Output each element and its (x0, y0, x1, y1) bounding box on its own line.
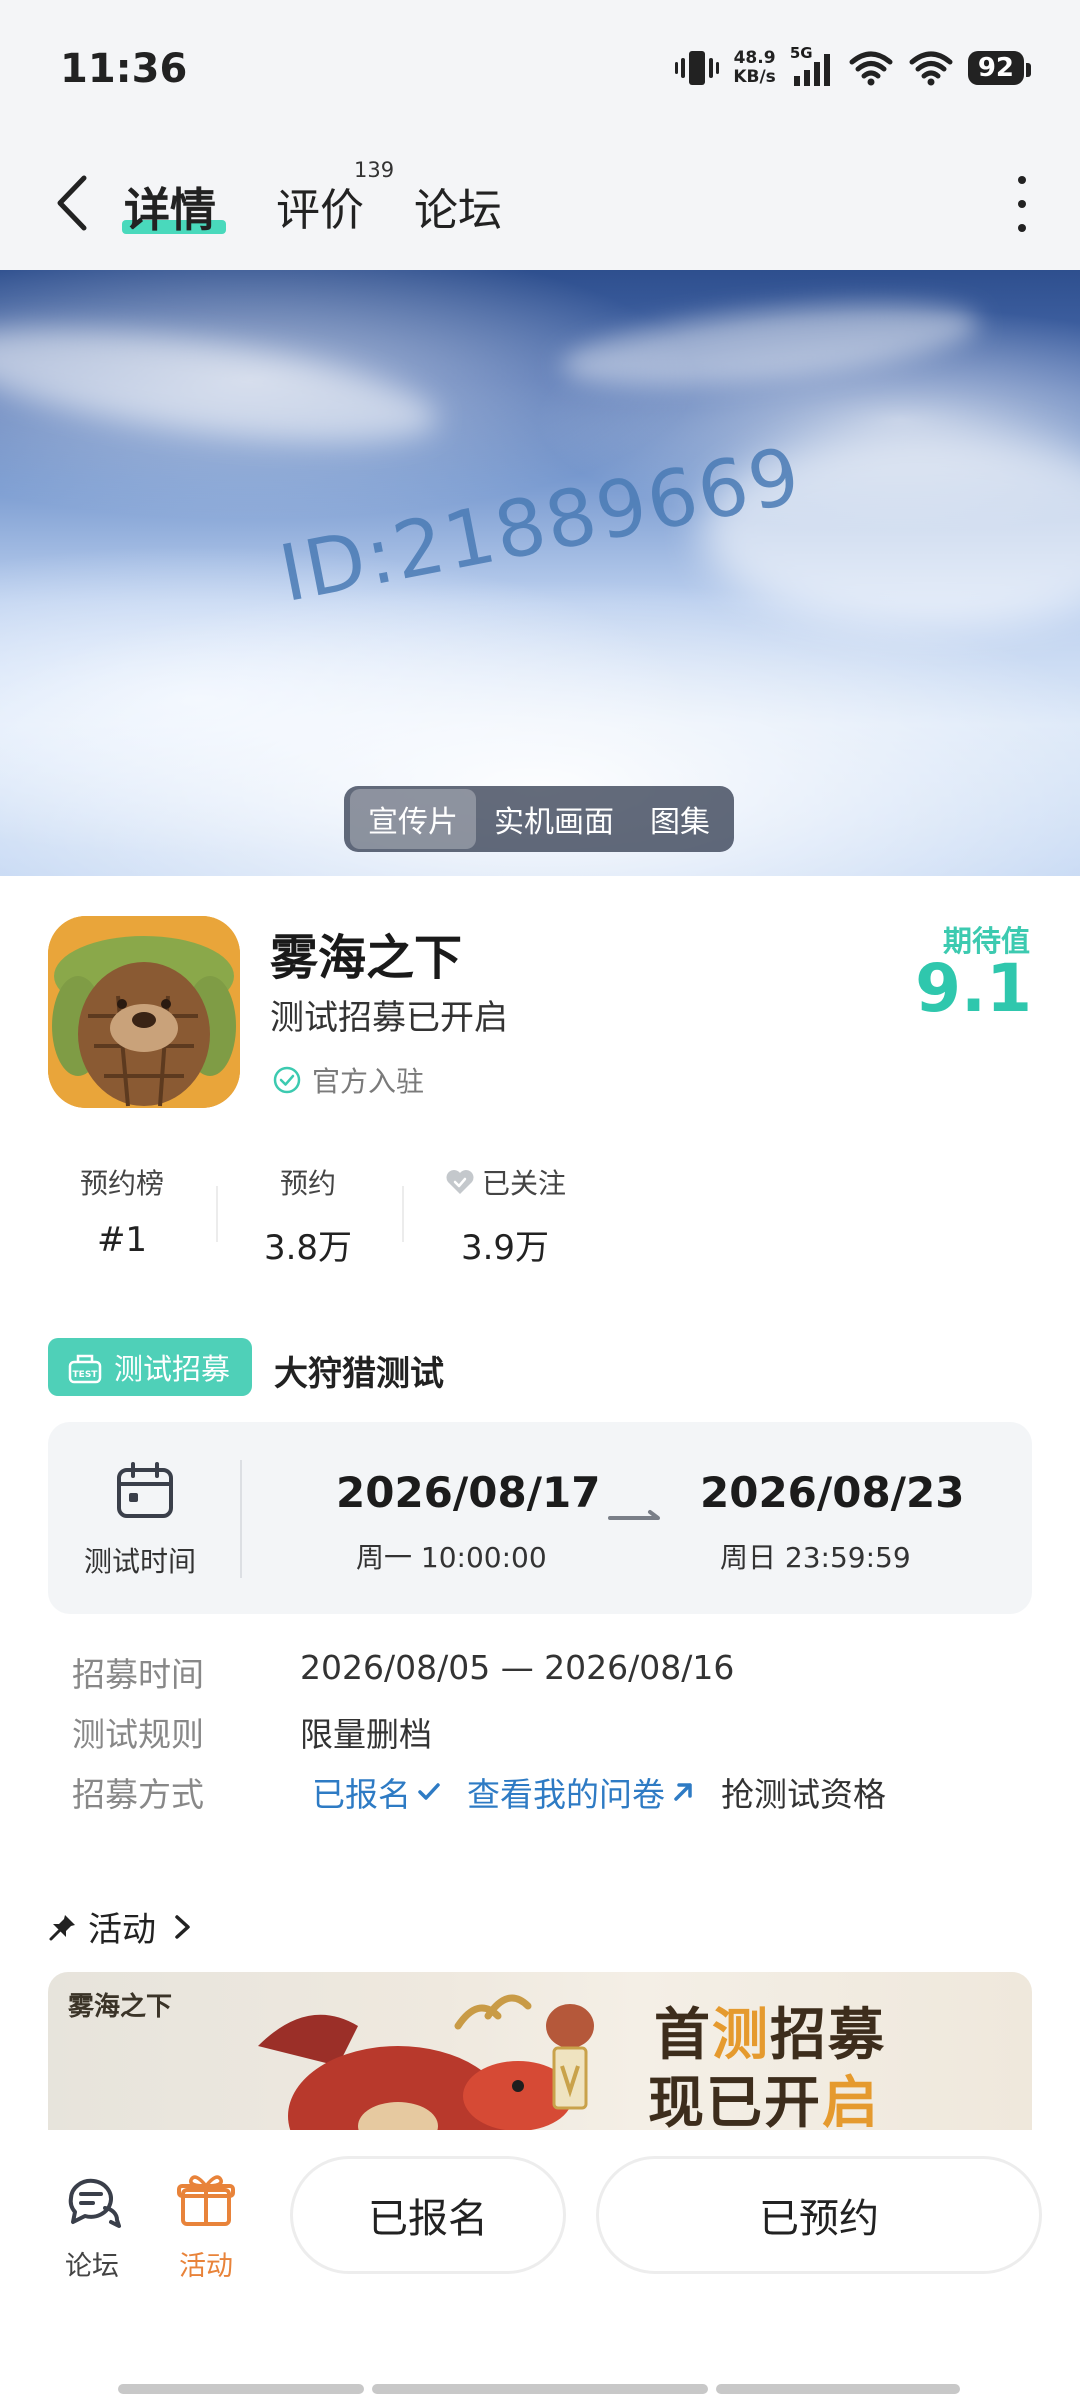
test-flask-icon: TEST (68, 1354, 102, 1384)
signal-icon: 5G (790, 44, 834, 88)
activity-section-header[interactable]: 活动 (48, 1902, 194, 1951)
status-bar: 11:36 48.9 KB/s 5G 92 (0, 0, 1080, 140)
game-subtitle: 测试招募已开启 (270, 998, 508, 1038)
gift-icon (177, 2175, 235, 2226)
more-options-icon[interactable] (1012, 176, 1032, 232)
tab-forum[interactable]: 论坛 (414, 174, 502, 238)
official-badge: 官方入驻 (272, 1060, 424, 1100)
signed-up-button[interactable]: 已报名 (290, 2156, 566, 2274)
watermark: ID:21889669 (272, 430, 809, 620)
pin-icon (49, 1914, 75, 1940)
bottom-action-bar: 论坛 活动 已报名 已预约 (0, 2130, 1080, 2400)
media-tab-gallery[interactable]: 图集 (632, 789, 728, 849)
bottom-forum[interactable]: 论坛 (42, 2168, 142, 2283)
status-time: 11:36 (60, 46, 188, 92)
activity-banner[interactable]: 雾海之下 首测招募 现已开启 (48, 1972, 1032, 2130)
status-icons: 48.9 KB/s 5G 92 (675, 44, 1032, 88)
net-speed: 48.9 KB/s (733, 48, 776, 87)
test-schedule-card: 测试时间 2026/08/17 周一 10:00:00 2026/08/23 周… (48, 1422, 1032, 1614)
test-name: 大狩猎测试 (274, 1354, 444, 1394)
lantern-icon (546, 2004, 594, 2110)
recruit-time-value: 2026/08/05 — 2026/08/16 (300, 1648, 735, 1687)
end-date: 2026/08/23 (700, 1468, 965, 1517)
view-questionnaire-link[interactable]: 查看我的问卷 (467, 1768, 697, 1816)
end-time: 周日 23:59:59 (720, 1541, 911, 1574)
hero-media[interactable]: ID:21889669 宣传片 实机画面 图集 (0, 270, 1080, 876)
nav-indicator-left (118, 2384, 364, 2394)
media-tab-trailer[interactable]: 宣传片 (350, 789, 476, 849)
test-rule-value: 限量删档 (300, 1715, 432, 1754)
external-arrow-icon (674, 1783, 692, 1801)
stat-reservations: 预约 3.8万 (263, 1167, 353, 1268)
forum-chat-icon (68, 2178, 121, 2228)
wifi-plus-icon (849, 51, 893, 86)
nav-indicator-center[interactable] (372, 2384, 708, 2394)
bottom-activity[interactable]: 活动 (156, 2168, 256, 2283)
checkmark-icon (418, 1783, 440, 1800)
review-count: 139 (354, 158, 395, 182)
banner-logo: 雾海之下 (68, 1992, 173, 2022)
expect-value: 9.1 (915, 950, 1032, 1027)
signed-up-link[interactable]: 已报名 (312, 1768, 443, 1816)
start-time: 周一 10:00:00 (356, 1541, 547, 1574)
dragon-illustration (258, 1994, 573, 2130)
heart-check-icon (446, 1170, 474, 1194)
chevron-right-icon (175, 1914, 190, 1939)
game-title: 雾海之下 (270, 930, 463, 986)
tab-review[interactable]: 评价 (276, 174, 364, 238)
banner-headline-2: 现已开启 (648, 2070, 880, 2130)
battery-indicator: 92 (967, 51, 1032, 85)
media-tabs: 宣传片 实机画面 图集 (344, 786, 734, 852)
test-recruit-badge: TEST 测试招募 (48, 1338, 252, 1396)
back-arrow-icon[interactable] (48, 168, 98, 238)
media-tab-gameplay[interactable]: 实机画面 (476, 789, 632, 849)
stat-followers[interactable]: 已关注 3.9万 (430, 1162, 580, 1269)
nav-indicator-right (716, 2384, 960, 2394)
svg-text:TEST: TEST (73, 1370, 99, 1380)
test-time-label: 测试时间 (84, 1545, 197, 1578)
vibrate-icon (675, 51, 720, 85)
calendar-icon (117, 1462, 173, 1518)
reserved-button[interactable]: 已预约 (596, 2156, 1042, 2274)
top-nav: 详情 评价 139 论坛 (0, 140, 1080, 270)
right-arrow-icon (608, 1510, 660, 1520)
game-icon[interactable] (48, 916, 240, 1108)
wifi-icon (909, 51, 953, 86)
verified-check-icon (273, 1066, 301, 1094)
start-date: 2026/08/17 (336, 1468, 601, 1517)
tab-detail[interactable]: 详情 (124, 174, 216, 240)
grab-qualification-link[interactable]: 抢测试资格 (721, 1768, 886, 1816)
stat-rank[interactable]: 预约榜 #1 (62, 1162, 182, 1260)
